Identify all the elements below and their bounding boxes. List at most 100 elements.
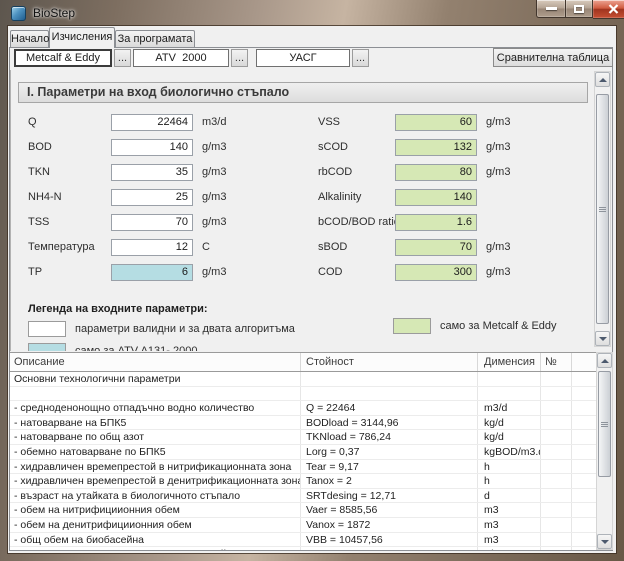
scroll-up-button[interactable] bbox=[597, 353, 612, 368]
table-row[interactable]: - средноденонощно отпадъчно водно количе… bbox=[10, 401, 596, 416]
field-label: Q bbox=[28, 116, 111, 128]
scroll-thumb[interactable] bbox=[596, 94, 609, 324]
table-row[interactable]: Основни технологични параметри bbox=[10, 372, 596, 387]
field-unit: g/m3 bbox=[486, 266, 510, 278]
row-extra bbox=[572, 372, 596, 386]
field-label: Температура bbox=[28, 241, 111, 253]
column-header-number[interactable]: № bbox=[541, 353, 572, 371]
close-button[interactable] bbox=[593, 0, 624, 19]
field-unit: g/m3 bbox=[202, 266, 226, 278]
grip-icon bbox=[599, 207, 606, 212]
minimize-icon bbox=[546, 7, 557, 10]
field-input[interactable]: 35 bbox=[111, 164, 193, 181]
tab-za-programata[interactable]: За програмата bbox=[115, 30, 195, 47]
field-input[interactable]: 1.6 bbox=[395, 214, 477, 231]
field-input[interactable]: 80 bbox=[395, 164, 477, 181]
row-number bbox=[541, 547, 572, 550]
field-input[interactable]: 132 bbox=[395, 139, 477, 156]
legend-label: само за Metcalf & Eddy bbox=[440, 320, 557, 332]
field-input[interactable]: 60 bbox=[395, 114, 477, 131]
row-dimension: m3 bbox=[478, 503, 541, 517]
scroll-down-button[interactable] bbox=[595, 331, 610, 346]
atv-more-button[interactable]: ... bbox=[231, 49, 248, 67]
row-value: Lorg = 0,37 bbox=[301, 445, 478, 459]
atv-2000-button[interactable]: ATV 2000 bbox=[133, 49, 229, 67]
table-row[interactable]: - проектна концентрация на активната ута… bbox=[10, 547, 596, 550]
column-header-dimension[interactable]: Дименсия bbox=[478, 353, 541, 371]
row-dimension: m3/d bbox=[478, 401, 541, 415]
table-row[interactable]: - общ обем на биобасейна VBB = 10457,56 … bbox=[10, 533, 596, 548]
row-dimension: d bbox=[478, 489, 541, 503]
scroll-thumb[interactable] bbox=[598, 371, 611, 477]
field-row: sBOD 70 g/m3 bbox=[318, 238, 510, 256]
scroll-down-button[interactable] bbox=[597, 534, 612, 549]
row-dimension: kg/d bbox=[478, 430, 541, 444]
row-value: Vanox = 1872 bbox=[301, 518, 478, 532]
window-title: BioStep bbox=[33, 6, 75, 20]
field-input[interactable]: 70 bbox=[395, 239, 477, 256]
maximize-button[interactable] bbox=[565, 0, 593, 18]
row-value bbox=[301, 387, 478, 401]
field-input[interactable]: 140 bbox=[395, 189, 477, 206]
column-header-value[interactable]: Стойност bbox=[301, 353, 478, 371]
field-unit: g/m3 bbox=[202, 141, 226, 153]
table-row[interactable]: - обем на денитрифициионния обем Vanox =… bbox=[10, 518, 596, 533]
field-input[interactable]: 25 bbox=[111, 189, 193, 206]
titlebar[interactable]: BioStep bbox=[0, 0, 624, 26]
row-description: - обемно натоварване по БПК5 bbox=[10, 445, 301, 459]
field-input[interactable]: 140 bbox=[111, 139, 193, 156]
row-description: - натоварване на БПК5 bbox=[10, 416, 301, 430]
row-number bbox=[541, 518, 572, 532]
row-dimension: kgBOD/m3.d bbox=[478, 445, 541, 459]
compare-table-button[interactable]: Сравнителна таблица bbox=[493, 48, 613, 67]
row-number bbox=[541, 445, 572, 459]
table-row[interactable]: - натоварване на БПК5 BODload = 3144,96 … bbox=[10, 416, 596, 431]
column-header-extra bbox=[572, 353, 596, 371]
field-row: NH4-N 25 g/m3 bbox=[28, 188, 226, 206]
scroll-up-button[interactable] bbox=[595, 72, 610, 87]
minimize-button[interactable] bbox=[536, 0, 565, 18]
field-input[interactable]: 22464 bbox=[111, 114, 193, 131]
left-field-column: Q 22464 m3/d BOD 140 g/m3 TKN bbox=[28, 113, 226, 281]
field-input[interactable]: 70 bbox=[111, 214, 193, 231]
row-value: SRTdesing = 12,71 bbox=[301, 489, 478, 503]
uasg-more-button[interactable]: ... bbox=[352, 49, 369, 67]
row-description: - обем на нитрифициионния обем bbox=[10, 503, 301, 517]
client-area: Начало Изчисления За програмата Metcalf … bbox=[8, 26, 616, 553]
row-value: Tanox = 2 bbox=[301, 474, 478, 488]
column-header-description[interactable]: Описание bbox=[10, 353, 301, 371]
metcalf-eddy-button[interactable]: Metcalf & Eddy bbox=[14, 49, 112, 67]
row-description: Основни технологични параметри bbox=[10, 372, 301, 386]
tab-izchisleniya[interactable]: Изчисления bbox=[49, 27, 115, 48]
row-description: - възраст на утайката в биологичното стъ… bbox=[10, 489, 301, 503]
row-description: - обем на денитрифициионния обем bbox=[10, 518, 301, 532]
row-value: Vaer = 8585,56 bbox=[301, 503, 478, 517]
field-unit: g/m3 bbox=[486, 116, 510, 128]
row-dimension: h bbox=[478, 474, 541, 488]
table-row[interactable]: - обем на нитрифициионния обем Vaer = 85… bbox=[10, 503, 596, 518]
legend-label: само за ATV A131- 2000 bbox=[75, 345, 197, 351]
row-value: VBB = 10457,56 bbox=[301, 533, 478, 547]
row-number bbox=[541, 387, 572, 401]
grip-icon bbox=[601, 422, 608, 427]
field-input[interactable]: 12 bbox=[111, 239, 193, 256]
table-row[interactable] bbox=[10, 387, 596, 402]
row-description: - натоварване по общ азот bbox=[10, 430, 301, 444]
table-row[interactable]: - хидравличен времепрестой в денитрифика… bbox=[10, 474, 596, 489]
table-row[interactable]: - хидравличен времепрестой в нитрификаци… bbox=[10, 460, 596, 475]
metcalf-more-button[interactable]: ... bbox=[114, 49, 131, 67]
row-number bbox=[541, 533, 572, 547]
field-row: Q 22464 m3/d bbox=[28, 113, 226, 131]
uasg-button[interactable]: УАСГ bbox=[256, 49, 350, 67]
field-input[interactable]: 6 bbox=[111, 264, 193, 281]
table-row[interactable]: - възраст на утайката в биологичното стъ… bbox=[10, 489, 596, 504]
white-swatch bbox=[28, 321, 66, 337]
tab-nachalo[interactable]: Начало bbox=[10, 30, 49, 47]
field-input[interactable]: 300 bbox=[395, 264, 477, 281]
field-label: sCOD bbox=[318, 141, 395, 153]
table-header: Описание Стойност Дименсия № bbox=[10, 353, 596, 372]
row-extra bbox=[572, 416, 596, 430]
table-row[interactable]: - натоварване по общ азот TKNload = 786,… bbox=[10, 430, 596, 445]
row-dimension: m3 bbox=[478, 518, 541, 532]
table-row[interactable]: - обемно натоварване по БПК5 Lorg = 0,37… bbox=[10, 445, 596, 460]
